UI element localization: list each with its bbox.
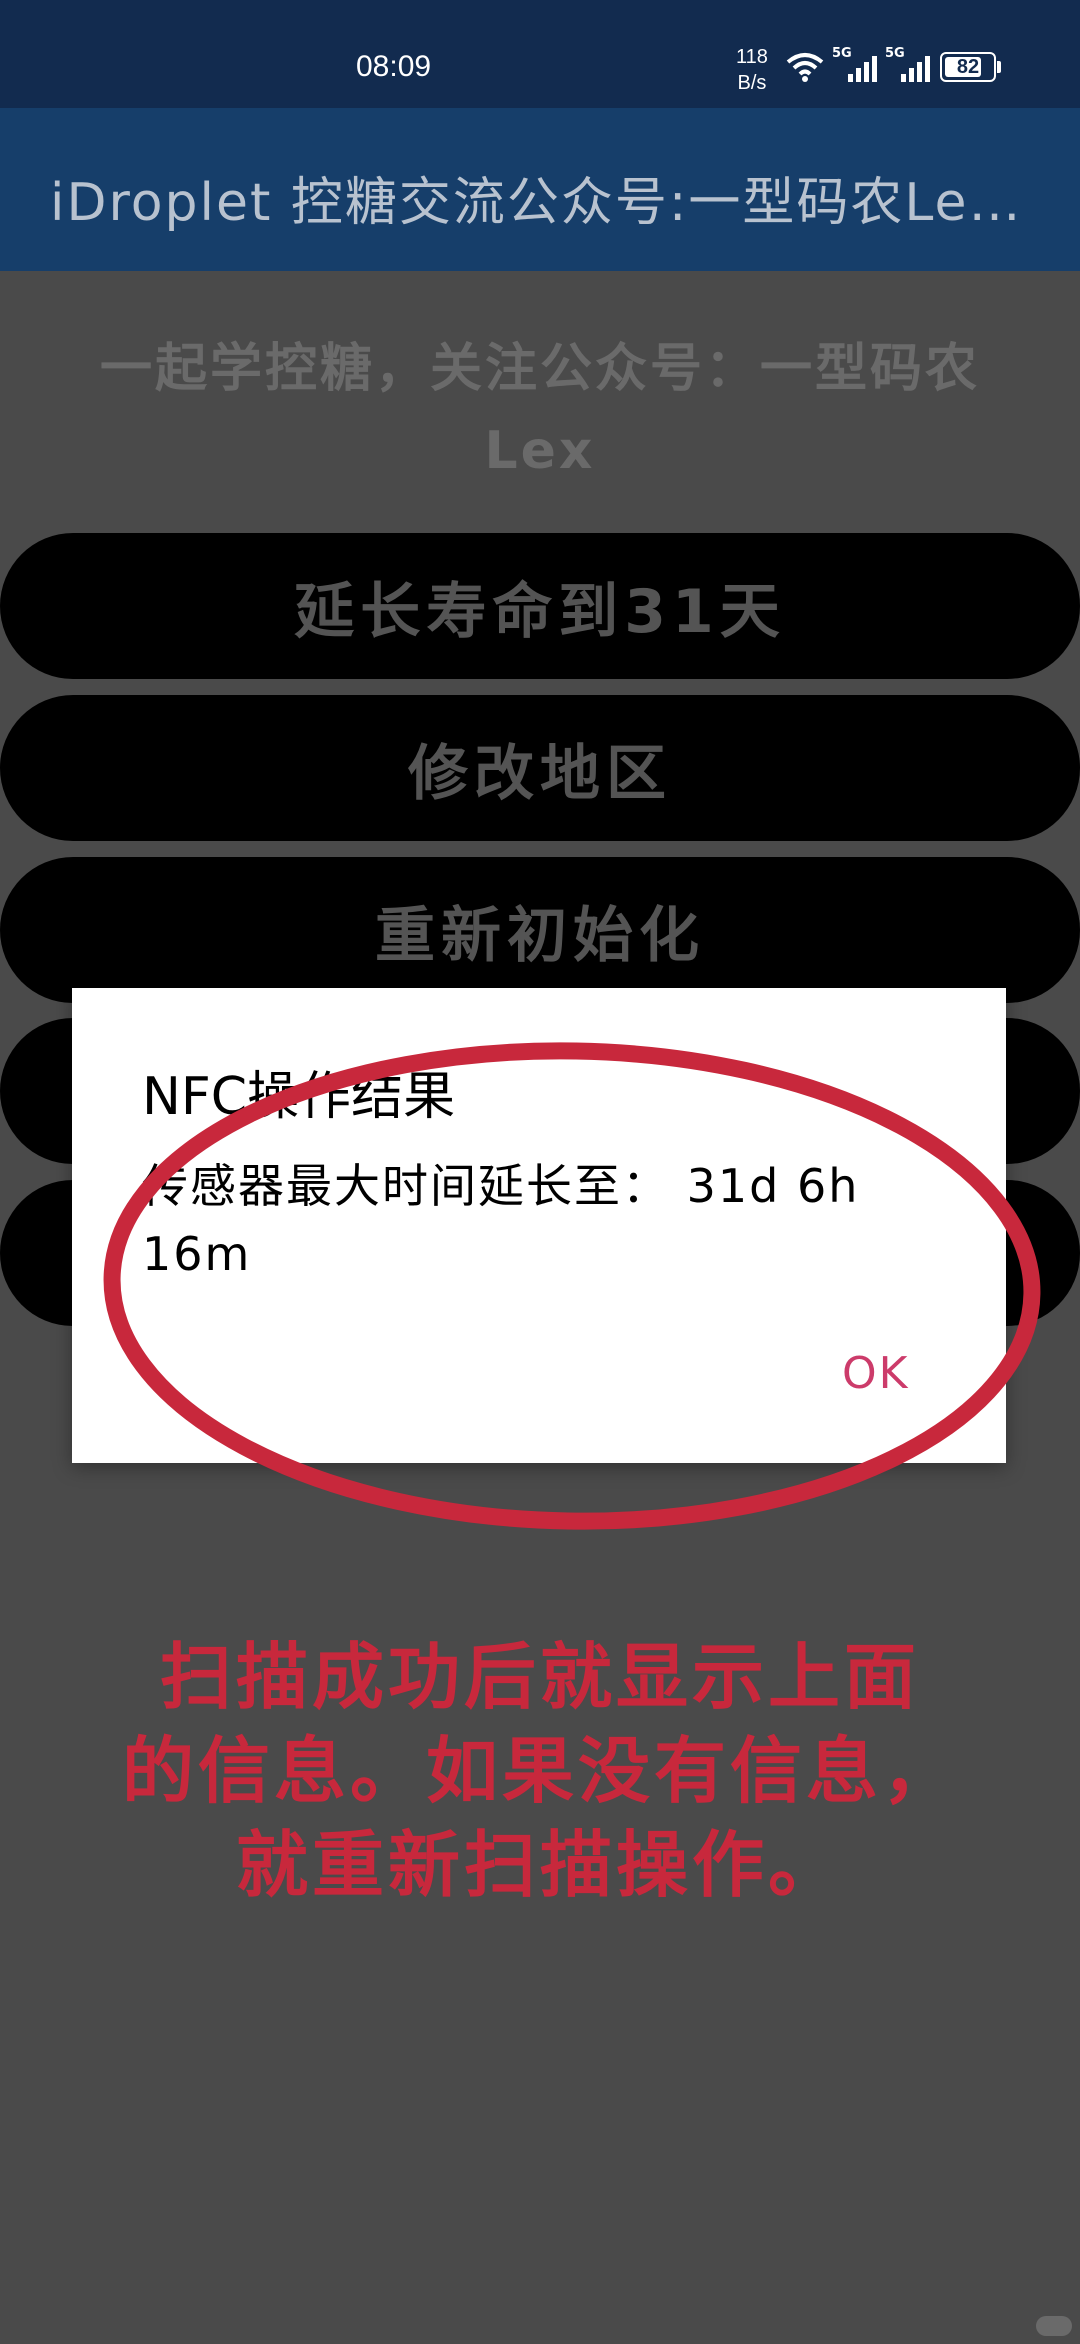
change-region-button[interactable]: 修改地区 (0, 695, 1080, 841)
app-title: iDroplet 控糖交流公众号:一型码农Le… (50, 173, 1023, 233)
reinitialize-button[interactable]: 重新初始化 (0, 857, 1080, 1003)
subtitle-line2: Lex (484, 421, 596, 481)
status-bar: 08:09 118 B/s 5G 5G 82 (0, 0, 1080, 108)
net-speed-unit: B/s (737, 72, 767, 94)
status-time: 08:09 (356, 50, 432, 83)
annotation-line3: 就重新扫描操作。 (235, 1823, 844, 1907)
annotation-text: 扫描成功后就显示上面 的信息。如果没有信息， 就重新扫描操作。 (60, 1630, 1020, 1912)
net-speed-value: 118 (736, 46, 768, 68)
network-speed: 118 B/s (736, 44, 768, 96)
annotation-ellipse (103, 1042, 1041, 1530)
sim1-label: 5G (832, 46, 852, 61)
battery-level: 82 (956, 55, 980, 78)
sim2-label: 5G (885, 46, 905, 61)
signal-icon: 5G (885, 46, 930, 82)
signal-icon: 5G (832, 46, 877, 82)
wifi-icon (786, 53, 824, 82)
app-bar: iDroplet 控糖交流公众号:一型码农Le… (0, 108, 1080, 271)
extend-life-button[interactable]: 延长寿命到31天 (0, 533, 1080, 679)
watermark-logo (1036, 2316, 1072, 2336)
annotation-line2: 的信息。如果没有信息， (121, 1729, 958, 1813)
subtitle-line1: 一起学控糖，关注公众号：一型码农 (99, 339, 980, 399)
annotation-line1: 扫描成功后就显示上面 (159, 1635, 920, 1719)
subtitle: 一起学控糖，关注公众号：一型码农 Lex (40, 328, 1040, 492)
battery-icon: 82 (940, 52, 1001, 82)
status-icons: 5G 5G 82 (786, 46, 1001, 82)
